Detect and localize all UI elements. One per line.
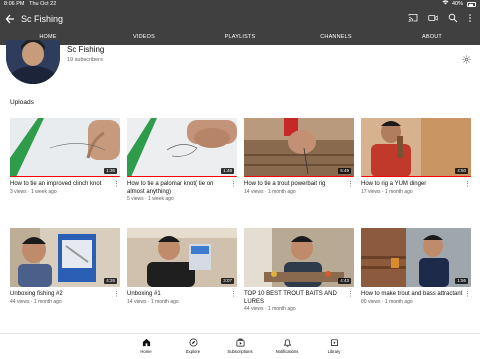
- nav-subscriptions[interactable]: Subscriptions: [220, 338, 260, 354]
- app-bar: Sc Fishing: [0, 9, 480, 29]
- more-options-icon[interactable]: [468, 13, 472, 23]
- video-duration: 4:26: [104, 278, 117, 284]
- nav-home[interactable]: Home: [126, 338, 166, 354]
- status-bar: 8:06 PM Thu Oct 22 40%: [0, 0, 480, 9]
- back-arrow-icon[interactable]: [5, 12, 15, 26]
- video-card[interactable]: 3:07 Unboxing #1 14 views · 1 month ago …: [127, 228, 237, 306]
- video-more-icon[interactable]: ⋮: [230, 291, 237, 299]
- video-meta: 14 views · 1 month ago: [127, 298, 179, 305]
- video-card[interactable]: 4:26 Unboxing fishing #2 44 views · 1 mo…: [10, 228, 120, 306]
- video-duration: 3:07: [221, 278, 234, 284]
- nav-explore-label: Explore: [185, 349, 201, 354]
- wifi-icon: [442, 0, 449, 9]
- nav-library-label: Library: [327, 349, 341, 354]
- video-more-icon[interactable]: ⋮: [113, 291, 120, 299]
- video-more-icon[interactable]: ⋮: [464, 291, 471, 299]
- video-meta: 14 views · 1 month ago: [244, 188, 296, 195]
- video-duration: 1:36: [104, 168, 117, 174]
- bottom-navigation: Home Explore Subscriptions Notifications…: [0, 333, 480, 359]
- tab-videos[interactable]: VIDEOS: [96, 29, 192, 45]
- video-title[interactable]: How to tie a palomar knot( tie on almost…: [127, 181, 237, 196]
- video-thumbnail[interactable]: 5:49: [244, 118, 354, 177]
- search-icon[interactable]: [448, 13, 458, 23]
- video-duration: 4:50: [455, 168, 468, 174]
- nav-explore[interactable]: Explore: [173, 338, 213, 354]
- video-card[interactable]: 4:43 TOP 10 BEST TROUT BAITS AND LURES 4…: [244, 228, 354, 313]
- gear-icon[interactable]: [462, 51, 471, 64]
- video-card[interactable]: 4:50 How to rig a YUM dinger 17 views · …: [361, 118, 471, 196]
- video-more-icon[interactable]: ⋮: [347, 181, 354, 189]
- video-title[interactable]: How to tie a trout powerbait rig: [244, 181, 354, 189]
- video-duration: 1:56: [455, 278, 468, 284]
- channel-avatar: [6, 40, 60, 84]
- nav-home-label: Home: [140, 349, 152, 354]
- watched-progress: [361, 175, 471, 177]
- nav-notifications-label: Notifications: [275, 349, 299, 354]
- video-thumbnail[interactable]: 1:48: [127, 118, 237, 177]
- video-thumbnail[interactable]: 4:50: [361, 118, 471, 177]
- tab-playlists[interactable]: PLAYLISTS: [192, 29, 288, 45]
- subscriber-count: 19 subscribers: [67, 57, 103, 63]
- page-title: Sc Fishing: [21, 14, 64, 24]
- channel-name: Sc Fishing: [67, 45, 105, 54]
- video-duration: 5:49: [338, 168, 351, 174]
- video-title[interactable]: How to tie an improved clinch knot: [10, 181, 120, 189]
- video-thumbnail[interactable]: 1:36: [10, 118, 120, 177]
- video-thumbnail[interactable]: 1:56: [361, 228, 471, 287]
- video-more-icon[interactable]: ⋮: [113, 181, 120, 189]
- video-card[interactable]: 1:56 How to make trout and bass attracta…: [361, 228, 471, 306]
- watched-progress: [10, 175, 120, 177]
- video-title[interactable]: Unboxing #1: [127, 291, 237, 299]
- video-meta: 17 views · 1 month ago: [361, 188, 413, 195]
- bell-icon: [282, 338, 292, 347]
- video-thumbnail[interactable]: 4:26: [10, 228, 120, 287]
- video-title[interactable]: TOP 10 BEST TROUT BAITS AND LURES: [244, 291, 354, 306]
- camera-icon[interactable]: [428, 13, 438, 23]
- video-more-icon[interactable]: ⋮: [464, 181, 471, 189]
- tab-about[interactable]: ABOUT: [384, 29, 480, 45]
- video-duration: 1:48: [221, 168, 234, 174]
- status-date: Thu Oct 22: [29, 1, 57, 7]
- cast-icon[interactable]: [408, 13, 418, 23]
- video-meta: 3 views · 1 week ago: [10, 188, 57, 195]
- subscriptions-icon: [236, 338, 245, 347]
- library-icon: [330, 338, 339, 347]
- nav-library[interactable]: Library: [314, 338, 354, 354]
- watched-progress: [127, 175, 237, 177]
- video-title[interactable]: How to make trout and bass attractant: [361, 291, 471, 299]
- video-card[interactable]: 1:36 How to tie an improved clinch knot …: [10, 118, 120, 196]
- video-card[interactable]: 1:48 How to tie a palomar knot( tie on a…: [127, 118, 237, 203]
- video-meta: 44 views · 1 month ago: [10, 298, 62, 305]
- tab-channels[interactable]: CHANNELS: [288, 29, 384, 45]
- status-time: 8:06 PM: [4, 1, 25, 7]
- battery-icon: [467, 2, 476, 7]
- video-more-icon[interactable]: ⋮: [230, 181, 237, 189]
- video-title[interactable]: How to rig a YUM dinger: [361, 181, 471, 189]
- explore-icon: [189, 338, 198, 347]
- watched-progress: [244, 175, 354, 177]
- video-thumbnail[interactable]: 3:07: [127, 228, 237, 287]
- video-meta: 44 views · 1 month ago: [244, 306, 296, 312]
- nav-subscriptions-label: Subscriptions: [227, 349, 253, 354]
- video-thumbnail[interactable]: 4:43: [244, 228, 354, 287]
- nav-notifications[interactable]: Notifications: [267, 338, 307, 354]
- channel-tabs: HOME VIDEOS PLAYLISTS CHANNELS ABOUT: [0, 29, 480, 45]
- video-title[interactable]: Unboxing fishing #2: [10, 291, 120, 299]
- video-meta: 80 views · 1 month ago: [361, 298, 413, 305]
- video-card[interactable]: 5:49 How to tie a trout powerbait rig 14…: [244, 118, 354, 196]
- video-meta: 5 views · 1 week ago: [127, 196, 174, 202]
- uploads-heading: Uploads: [10, 99, 34, 106]
- video-more-icon[interactable]: ⋮: [347, 291, 354, 299]
- battery-percent: 40%: [451, 1, 463, 7]
- video-duration: 4:43: [338, 278, 351, 284]
- home-icon: [142, 338, 151, 347]
